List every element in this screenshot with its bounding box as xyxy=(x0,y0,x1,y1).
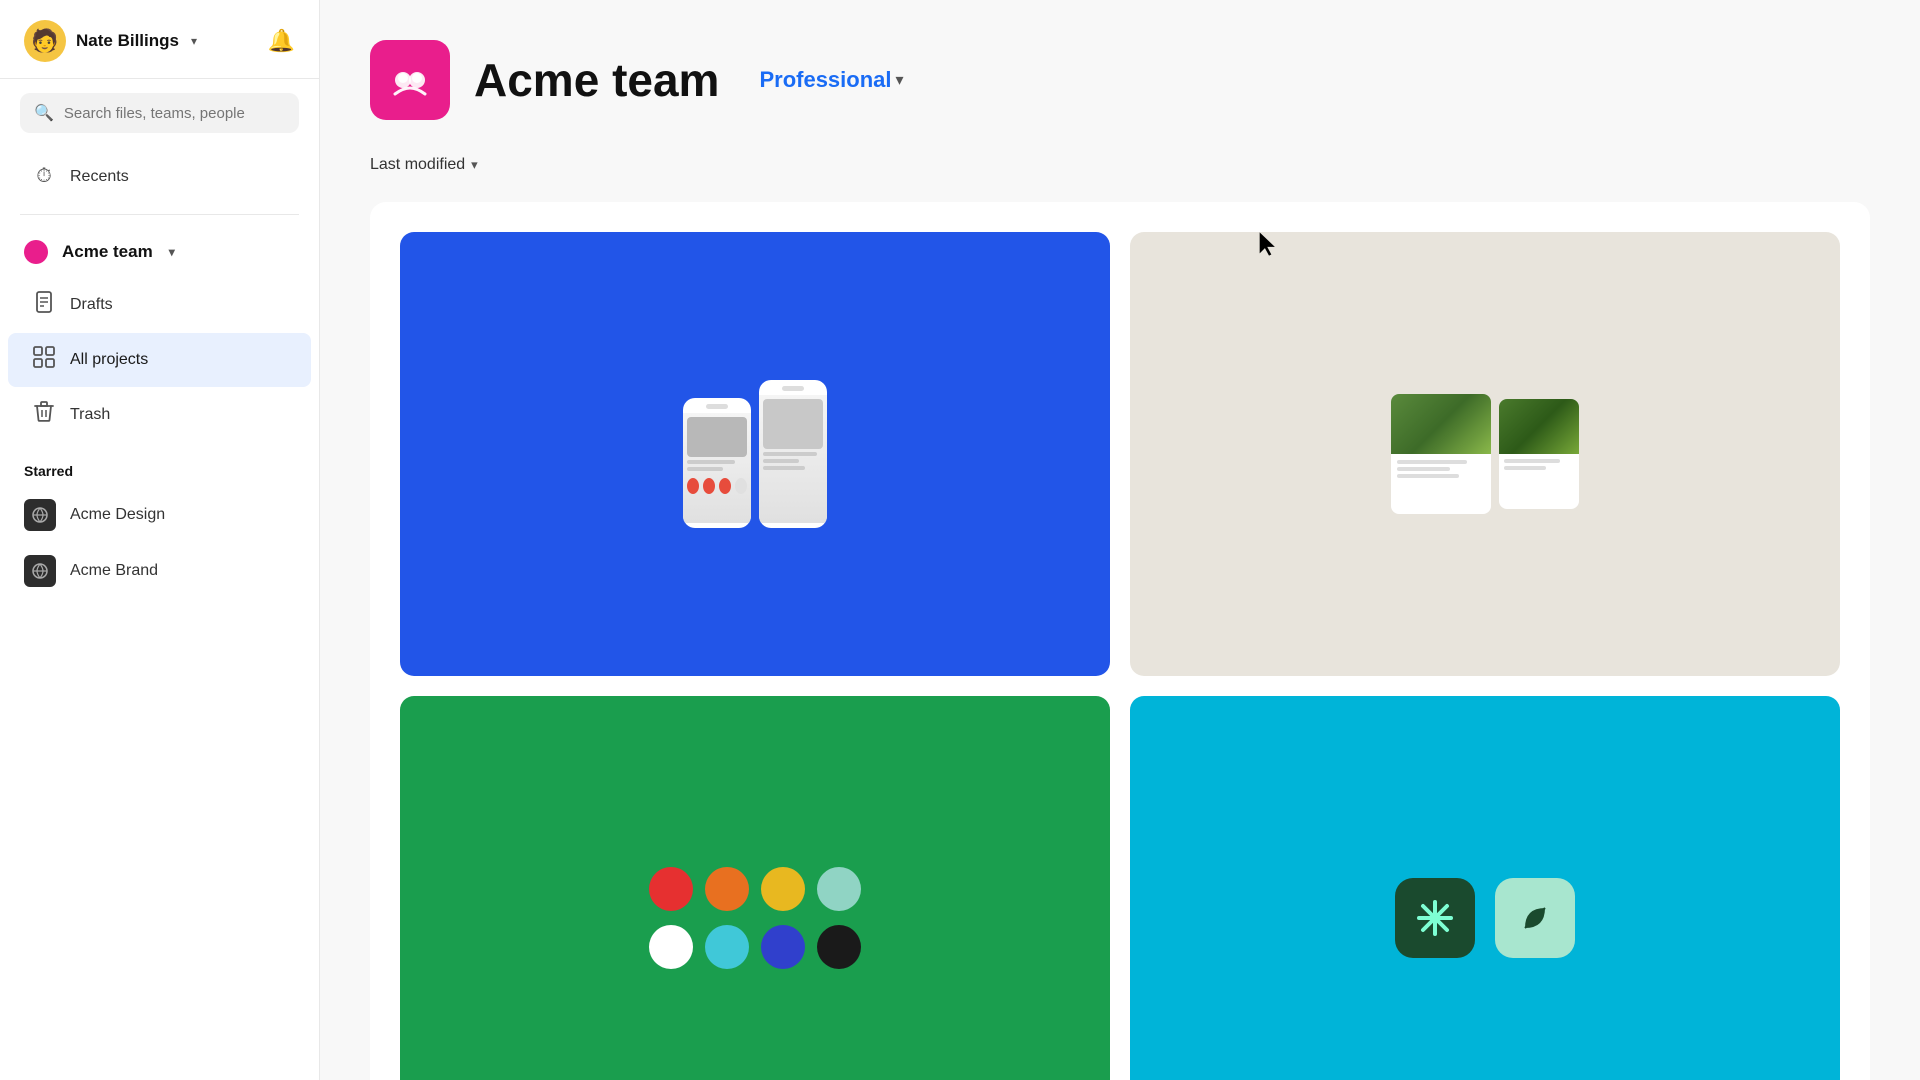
color-dot-mint xyxy=(817,867,861,911)
color-dot-yellow xyxy=(761,867,805,911)
team-section: Acme team ▾ Drafts xyxy=(0,223,319,447)
project-card-mobile-app[interactable] xyxy=(400,232,1110,676)
plant-image-1 xyxy=(1391,394,1491,454)
plant-text-area-1 xyxy=(1391,454,1491,487)
phone-screen-1 xyxy=(683,413,751,523)
phone-img-1 xyxy=(687,417,747,457)
trash-icon xyxy=(32,401,56,429)
phone-1 xyxy=(683,398,751,528)
search-input[interactable] xyxy=(64,105,285,122)
sort-row[interactable]: Last modified ▾ xyxy=(370,156,1870,174)
sidebar-item-recents[interactable]: ⏱ Recents xyxy=(8,152,311,201)
plan-chevron-icon: ▾ xyxy=(896,70,904,90)
starred-item-acme-brand[interactable]: Acme Brand xyxy=(0,543,319,599)
trash-label: Trash xyxy=(70,406,110,424)
sidebar-item-drafts[interactable]: Drafts xyxy=(8,278,311,332)
color-dot-blue xyxy=(761,925,805,969)
acme-brand-label: Acme Brand xyxy=(70,562,158,580)
sort-label: Last modified xyxy=(370,156,465,174)
main-content: Acme team Professional ▾ Last modified ▾ xyxy=(320,0,1920,1080)
avatar: 🧑 xyxy=(24,20,66,62)
sidebar-nav: ⏱ Recents xyxy=(0,147,319,206)
phone-2 xyxy=(759,380,827,528)
sidebar-item-team[interactable]: Acme team ▾ xyxy=(0,227,319,277)
starred-item-acme-design[interactable]: Acme Design xyxy=(0,487,319,543)
color-row-1 xyxy=(649,867,861,911)
project-card-plant-website[interactable] xyxy=(1130,232,1840,676)
phone-text-3 xyxy=(763,452,817,456)
phone-notch-1 xyxy=(706,404,728,409)
starred-section-label: Starred xyxy=(0,459,319,487)
search-container: 🔍 xyxy=(0,79,319,147)
search-box[interactable]: 🔍 xyxy=(20,93,299,133)
acme-brand-icon xyxy=(24,555,56,587)
color-dot-orange xyxy=(705,867,749,911)
professional-badge[interactable]: Professional ▾ xyxy=(759,67,903,93)
avatar-emoji: 🧑 xyxy=(31,28,58,54)
sort-chevron-icon: ▾ xyxy=(471,157,478,173)
recents-icon: ⏱ xyxy=(32,165,56,188)
drafts-icon xyxy=(32,291,56,319)
color-dot-white xyxy=(649,925,693,969)
user-chevron-icon: ▾ xyxy=(191,34,197,48)
color-dot-cyan xyxy=(705,925,749,969)
team-header: Acme team Professional ▾ xyxy=(370,40,1870,120)
acme-design-label: Acme Design xyxy=(70,506,165,524)
sidebar-item-all-projects[interactable]: All projects xyxy=(8,333,311,387)
phone-notch-2 xyxy=(782,386,804,391)
team-dot-icon xyxy=(24,240,48,264)
sidebar: 🧑 Nate Billings ▾ 🔔 🔍 ⏱ Recents Acme tea… xyxy=(0,0,320,1080)
team-logo xyxy=(370,40,450,120)
all-projects-icon xyxy=(32,346,56,374)
projects-grid xyxy=(370,202,1870,1080)
acme-design-icon xyxy=(24,499,56,531)
team-chevron-icon: ▾ xyxy=(169,245,175,259)
project-card-color-palette[interactable] xyxy=(400,696,1110,1080)
sidebar-header: 🧑 Nate Billings ▾ 🔔 xyxy=(0,0,319,79)
main-team-title: Acme team xyxy=(474,53,719,107)
color-row-2 xyxy=(649,925,861,969)
phone-mockup xyxy=(683,380,827,528)
phone-text-2 xyxy=(687,467,723,471)
recents-label: Recents xyxy=(70,168,129,186)
search-icon: 🔍 xyxy=(34,103,54,123)
all-projects-label: All projects xyxy=(70,351,148,369)
project-card-logos[interactable] xyxy=(1130,696,1840,1080)
phone-text-1 xyxy=(687,460,735,464)
user-name: Nate Billings xyxy=(76,31,179,51)
color-dot-red xyxy=(649,867,693,911)
phone-img-2 xyxy=(763,399,823,449)
plant-image-2 xyxy=(1499,399,1579,454)
plant-card-2 xyxy=(1499,399,1579,509)
sidebar-item-trash[interactable]: Trash xyxy=(8,388,311,442)
logo-icon-leaf xyxy=(1495,878,1575,958)
notification-bell-icon[interactable]: 🔔 xyxy=(268,28,295,54)
logo-icon-asterisk xyxy=(1395,878,1475,958)
professional-label: Professional xyxy=(759,67,891,93)
color-dot-black xyxy=(817,925,861,969)
plant-text-area-2 xyxy=(1499,454,1579,478)
phone-text-4 xyxy=(763,459,799,463)
section-divider-1 xyxy=(20,214,299,215)
starred-section: Starred Acme Design A xyxy=(0,447,319,603)
plant-card-1 xyxy=(1391,394,1491,514)
drafts-label: Drafts xyxy=(70,296,113,314)
phone-screen-2 xyxy=(759,395,827,523)
user-info[interactable]: 🧑 Nate Billings ▾ xyxy=(24,20,197,62)
phone-text-5 xyxy=(763,466,805,470)
team-name-label: Acme team xyxy=(62,242,153,262)
